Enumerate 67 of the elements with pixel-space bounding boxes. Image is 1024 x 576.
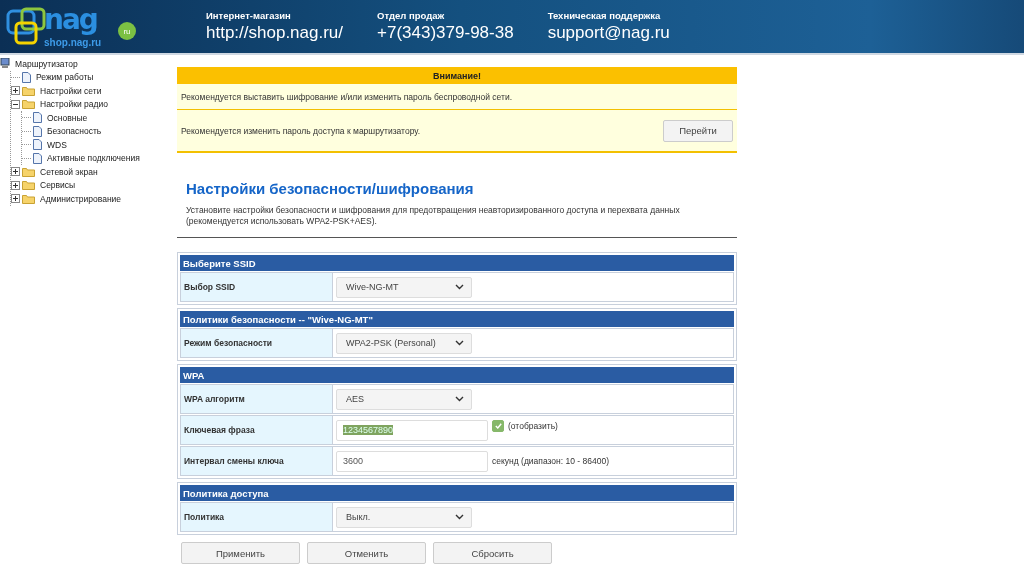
select-field[interactable]: AES [336,388,472,410]
logo-text: nag [44,3,98,37]
page-icon [33,112,42,124]
folder-icon [22,166,35,177]
tree-item[interactable]: Основные [47,112,88,123]
field-label: Выбор SSID [181,273,333,301]
tree-item[interactable]: Активные подключения [47,153,140,164]
chevron-down-icon [455,284,464,290]
field-label: Ключевая фраза [181,416,333,444]
folder-icon [22,193,35,204]
go-button[interactable]: Перейти [663,119,733,142]
chevron-down-icon [455,340,464,346]
tree-item[interactable]: Безопасность [47,126,102,137]
form-button[interactable]: Применить [181,542,300,564]
field-note: секунд (диапазон: 10 - 86400) [492,456,609,466]
field-label: Режим безопасности [181,329,333,357]
chevron-down-icon [455,514,464,520]
logo-site: shop.nag.ru [44,37,102,48]
collapse-icon[interactable] [11,99,20,109]
tree-item[interactable]: Маршрутизатор [15,58,78,69]
tree-item[interactable]: Настройки сети [40,85,102,96]
field-label: WPA алгоритм [181,385,333,413]
contact-value: +7(343)379-98-38 [377,23,514,43]
contact-label: Техническая поддержка [547,10,662,21]
tree-item[interactable]: WDS [47,139,67,150]
section-title: WPA [180,367,734,383]
warning-text: Рекомендуется выставить шифрование и/или изменить пароль беспроводной сети. [181,91,512,102]
computer-icon [0,58,10,70]
contact-label: Интернет-магазин [206,10,292,21]
expand-icon[interactable] [11,180,20,190]
checkbox-label: (отобразить) [508,421,558,431]
field-label: Политика [181,503,333,531]
contact-value: http://shop.nag.ru/ [206,23,344,43]
chevron-down-icon [455,396,464,402]
input-field[interactable]: 3600 [336,450,488,472]
select-field[interactable]: Выкл. [336,506,472,528]
select-field[interactable]: WPA2-PSK (Personal) [336,332,472,354]
contact-value: support@nag.ru [547,23,670,43]
page-title: Настройки безопасности/шифрования [186,180,475,197]
page-icon [33,125,42,137]
section-title: Политики безопасности -- "Wive-NG-MT" [180,311,734,327]
folder-icon [22,180,35,191]
form-button[interactable]: Отменить [307,542,426,564]
field-label: Интервал смены ключа [181,447,333,475]
expand-icon[interactable] [11,194,20,204]
expand-icon[interactable] [11,86,20,96]
select-field[interactable]: Wive-NG-MT [336,276,472,298]
page-description: Установите настройки безопасности и шифрования для предотвращения неавторизированного доступа и перехвата данных (рекомендуется использовать WPA2-PSK+AES). [186,205,681,227]
tree-item[interactable]: Сетевой экран [40,166,98,177]
tree-item[interactable]: Администрирование [40,193,122,204]
checkbox[interactable] [492,420,504,432]
section-title: Выберите SSID [180,255,734,271]
tree-item[interactable]: Настройки радио [40,99,108,110]
logo-badge: ru [118,22,136,40]
folder-icon [22,85,35,96]
tree-item[interactable]: Режим работы [36,72,94,83]
page-icon [22,71,31,83]
expand-icon[interactable] [11,167,20,177]
folder-icon [22,99,35,110]
section-title: Политика доступа [180,485,734,501]
page-icon [33,139,42,151]
warning-title: Внимание! [177,67,737,84]
page-icon [33,152,42,164]
form-button[interactable]: Сбросить [433,542,552,564]
warning-text: Рекомендуется изменить пароль доступа к маршрутизатору. [181,125,421,136]
tree-item[interactable]: Сервисы [40,180,76,191]
contact-label: Отдел продаж [377,10,446,21]
